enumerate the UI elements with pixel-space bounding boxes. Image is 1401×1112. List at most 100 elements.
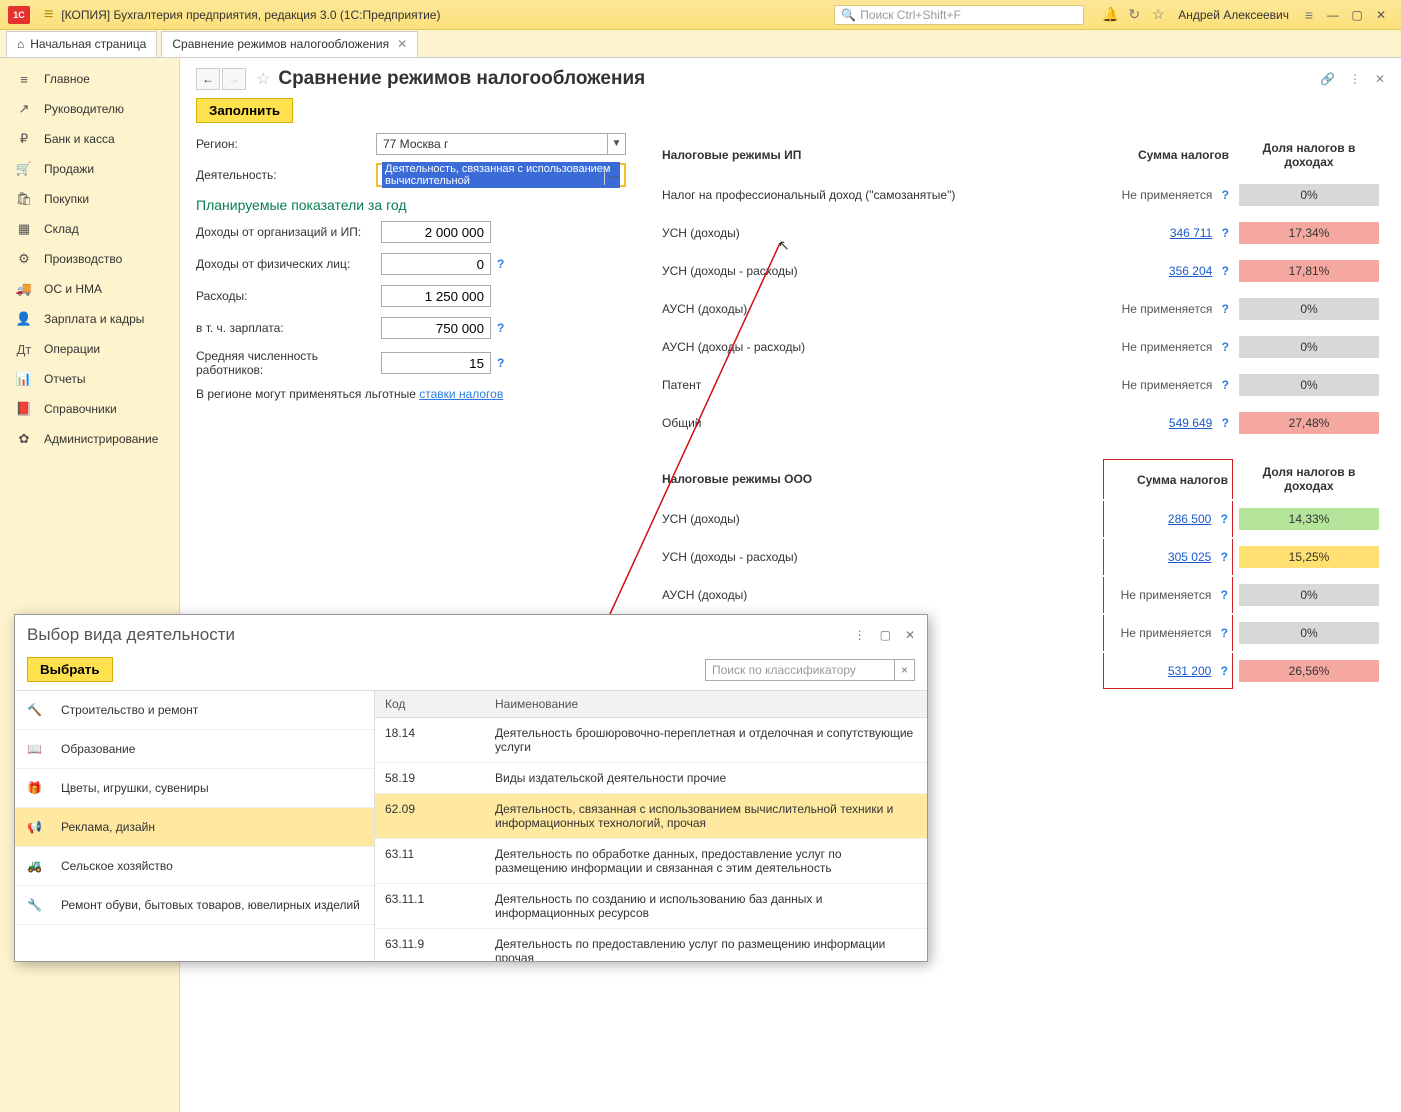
sidebar-item-8[interactable]: 👤Зарплата и кадры — [0, 304, 179, 334]
help-icon[interactable]: ? — [497, 356, 504, 370]
activity-row[interactable]: 58.19Виды издательской деятельности проч… — [375, 763, 927, 794]
tax-amount-link[interactable]: 549 649 — [1169, 416, 1212, 430]
help-icon[interactable]: ? — [1222, 340, 1229, 354]
help-icon[interactable]: ? — [1222, 378, 1229, 392]
table-row: Налог на профессиональный доход ("самоза… — [658, 177, 1383, 213]
sidebar-item-1[interactable]: ↗Руководителю — [0, 94, 179, 124]
help-icon[interactable]: ? — [1222, 264, 1229, 278]
user-name[interactable]: Андрей Алексеевич — [1178, 8, 1289, 22]
sidebar-item-6[interactable]: ⚙Производство — [0, 244, 179, 274]
close-window-button[interactable]: ✕ — [1369, 8, 1393, 22]
tax-amount-link[interactable]: 346 711 — [1170, 226, 1213, 240]
dialog-select-button[interactable]: Выбрать — [27, 657, 113, 682]
regime-name: АУСН (доходы) — [658, 291, 1101, 327]
help-icon[interactable]: ? — [1221, 512, 1228, 526]
tab-active[interactable]: Сравнение режимов налогообложения ✕ — [161, 31, 418, 57]
more-icon[interactable]: ⋮ — [1349, 72, 1361, 86]
sidebar-icon: ≡ — [14, 72, 34, 87]
sidebar-item-2[interactable]: ₽Банк и касса — [0, 124, 179, 154]
help-icon[interactable]: ? — [497, 257, 504, 271]
sidebar-item-10[interactable]: 📊Отчеты — [0, 364, 179, 394]
help-icon[interactable]: ? — [1222, 226, 1229, 240]
plan-section-title: Планируемые показатели за год — [196, 197, 626, 213]
category-icon: 🎁 — [27, 781, 51, 795]
favorite-icon[interactable]: ☆ — [256, 69, 270, 89]
help-icon[interactable]: ? — [1221, 626, 1228, 640]
sidebar-item-12[interactable]: ✿Администрирование — [0, 424, 179, 454]
main-menu-icon[interactable]: ≡ — [44, 6, 53, 24]
category-item[interactable]: 🔨Строительство и ремонт — [15, 691, 374, 730]
col-tax: Сумма налогов — [1103, 459, 1233, 499]
window-title: [КОПИЯ] Бухгалтерия предприятия, редакци… — [61, 8, 440, 22]
category-item[interactable]: 🎁Цветы, игрушки, сувениры — [15, 769, 374, 808]
tax-amount-link[interactable]: 305 025 — [1168, 550, 1211, 564]
search-placeholder: Поиск Ctrl+Shift+F — [860, 8, 961, 22]
category-item[interactable]: 🔧Ремонт обуви, бытовых товаров, ювелирны… — [15, 886, 374, 925]
fill-button[interactable]: Заполнить — [196, 98, 293, 123]
tax-amount-link[interactable]: 356 204 — [1169, 264, 1212, 278]
minimize-button[interactable]: — — [1321, 8, 1345, 22]
tax-rates-link[interactable]: ставки налогов — [419, 387, 503, 401]
activity-row[interactable]: 63.11.1Деятельность по созданию и исполь… — [375, 884, 927, 929]
sidebar-item-7[interactable]: 🚚ОС и НМА — [0, 274, 179, 304]
maximize-button[interactable]: ▢ — [1345, 8, 1369, 22]
close-page-icon[interactable]: ✕ — [1375, 72, 1385, 86]
activity-row[interactable]: 62.09Деятельность, связанная с использов… — [375, 794, 927, 839]
tab-close-icon[interactable]: ✕ — [397, 37, 407, 51]
share-badge: 27,48% — [1239, 412, 1379, 434]
nav-forward-button[interactable]: → — [222, 68, 246, 90]
headcount-label: Средняя численность работников: — [196, 349, 381, 377]
salary-input[interactable] — [381, 317, 491, 339]
global-search-input[interactable]: 🔍 Поиск Ctrl+Shift+F — [834, 5, 1084, 25]
link-icon[interactable]: 🔗 — [1320, 72, 1335, 86]
sidebar-item-3[interactable]: 🛒Продажи — [0, 154, 179, 184]
grid-head-code: Код — [375, 691, 485, 717]
activity-input[interactable]: Деятельность, связанная с использованием… — [376, 163, 626, 187]
dialog-close-icon[interactable]: ✕ — [905, 628, 915, 642]
help-icon[interactable]: ? — [1221, 588, 1228, 602]
help-icon[interactable]: ? — [1222, 188, 1229, 202]
income-org-input[interactable] — [381, 221, 491, 243]
help-icon[interactable]: ? — [1222, 302, 1229, 316]
activity-row[interactable]: 18.14Деятельность брошюровочно-переплетн… — [375, 718, 927, 763]
category-icon: 🔧 — [27, 898, 51, 912]
sidebar-item-4[interactable]: 🛍Покупки — [0, 184, 179, 214]
category-item[interactable]: 🚜Сельское хозяйство — [15, 847, 374, 886]
settings-icon[interactable]: ≡ — [1299, 7, 1319, 23]
help-icon[interactable]: ? — [497, 321, 504, 335]
category-item[interactable]: 📖Образование — [15, 730, 374, 769]
star-icon[interactable]: ☆ — [1148, 6, 1168, 23]
nav-back-button[interactable]: ← — [196, 68, 220, 90]
expenses-input[interactable] — [381, 285, 491, 307]
activity-name: Деятельность брошюровочно-переплетная и … — [485, 718, 927, 762]
activity-picker-button[interactable]: … — [604, 167, 622, 185]
sidebar-item-5[interactable]: ▦Склад — [0, 214, 179, 244]
headcount-input[interactable] — [381, 352, 491, 374]
sidebar-label: Главное — [44, 72, 90, 86]
dialog-search-input[interactable]: Поиск по классификатору — [705, 659, 895, 681]
dialog-search-clear[interactable]: × — [895, 659, 915, 681]
chevron-down-icon[interactable]: ▼ — [607, 134, 625, 154]
sidebar-item-11[interactable]: 📕Справочники — [0, 394, 179, 424]
dialog-maximize-icon[interactable]: ▢ — [880, 628, 891, 642]
help-icon[interactable]: ? — [1222, 416, 1229, 430]
tab-home[interactable]: ⌂ Начальная страница — [6, 31, 157, 57]
category-item[interactable]: 📢Реклама, дизайн — [15, 808, 374, 847]
income-phys-input[interactable] — [381, 253, 491, 275]
tax-amount-link[interactable]: 286 500 — [1168, 512, 1211, 526]
activity-row[interactable]: 63.11Деятельность по обработке данных, п… — [375, 839, 927, 884]
help-icon[interactable]: ? — [1221, 664, 1228, 678]
help-icon[interactable]: ? — [1221, 550, 1228, 564]
sidebar-item-9[interactable]: ДтОперации — [0, 334, 179, 364]
tax-amount-link[interactable]: 531 200 — [1168, 664, 1211, 678]
sidebar-item-0[interactable]: ≡ Главное — [0, 64, 179, 94]
activity-row[interactable]: 63.11.9Деятельность по предоставлению ус… — [375, 929, 927, 961]
income-org-label: Доходы от организаций и ИП: — [196, 225, 381, 239]
region-select[interactable]: 77 Москва г ▼ — [376, 133, 626, 155]
sidebar-icon: Дт — [14, 342, 34, 357]
category-icon: 📢 — [27, 820, 51, 834]
table-row: УСН (доходы - расходы)305 025 ?15,25% — [658, 539, 1383, 575]
dialog-more-icon[interactable]: ⋮ — [854, 628, 866, 642]
bell-icon[interactable]: 🔔 — [1100, 6, 1120, 23]
history-icon[interactable]: ↻ — [1124, 6, 1144, 23]
